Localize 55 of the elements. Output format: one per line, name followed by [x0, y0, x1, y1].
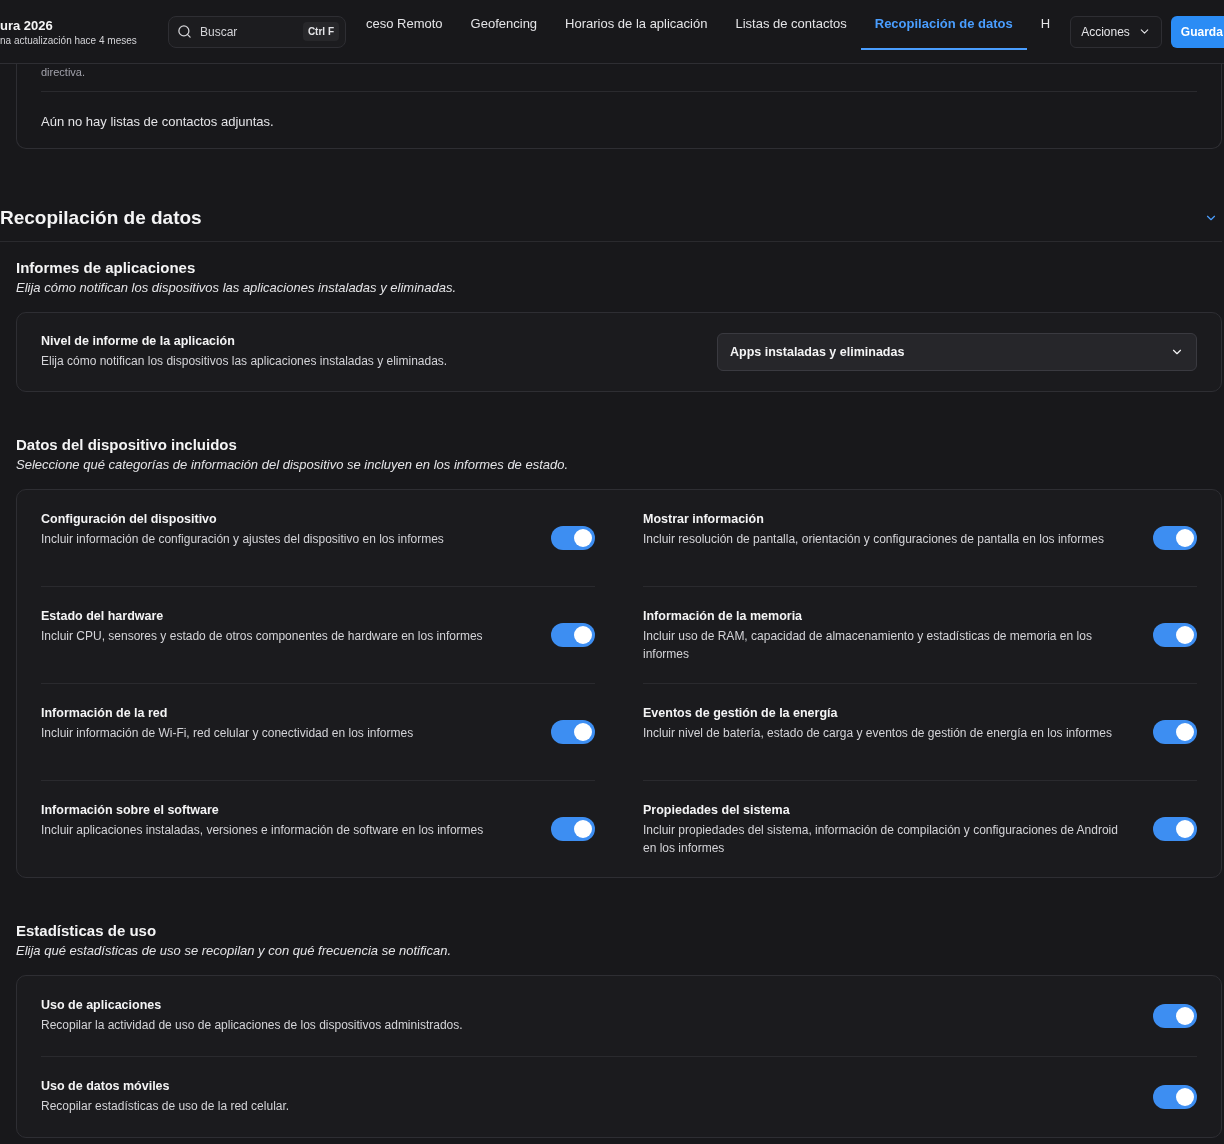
setting-description: Incluir resolución de pantalla, orientación y configuraciones de pantalla en los informes: [643, 531, 1104, 548]
group-title: Datos del dispositivo incluidos: [16, 436, 238, 453]
setting-description: Recopilar la actividad de uso de aplicaciones de los dispositivos administrados.: [41, 1017, 463, 1034]
actions-button[interactable]: Acciones: [1070, 15, 1162, 48]
setting-description: Incluir uso de RAM, capacidad de almacenamiento y estadísticas de memoria en los informes: [643, 628, 1093, 663]
search-icon: [177, 24, 192, 39]
description-text: directiva.: [41, 64, 1197, 92]
toggle-switch[interactable]: [551, 526, 595, 550]
tab[interactable]: Listas de contactos: [721, 0, 861, 50]
group-title: Informes de aplicaciones: [16, 259, 197, 276]
toggle-switch[interactable]: [551, 623, 595, 647]
setting-description: Incluir aplicaciones instaladas, versiones e información de software en los informes: [41, 822, 484, 839]
setting-label: Mostrar información: [643, 512, 765, 526]
setting-description: Incluir nivel de batería, estado de carga y eventos de gestión de energía en los informes: [643, 725, 1112, 742]
setting-description: Recopilar estadísticas de uso de la red celular.: [41, 1098, 290, 1115]
toggle-switch[interactable]: [551, 720, 595, 744]
section-title: Recopilación de datos: [0, 207, 202, 229]
group-description: Seleccione qué categorías de información del dispositivo se incluyen en los informes de estado.: [16, 457, 570, 472]
toggle-switch[interactable]: [1153, 1004, 1197, 1028]
tab[interactable]: Geofencing: [456, 0, 552, 50]
setting-description: Incluir CPU, sensores y estado de otros componentes de hardware en los informes: [41, 628, 483, 645]
setting-label: Información sobre el software: [41, 803, 220, 817]
setting-description: Incluir propiedades del sistema, información de compilación y configuraciones de Android en los informes: [643, 822, 1119, 857]
toggle-switch[interactable]: [551, 817, 595, 841]
group-title: Estadísticas de uso: [16, 922, 158, 939]
setting-description: Incluir información de Wi-Fi, red celular y conectividad en los informes: [41, 725, 414, 742]
toggle-switch[interactable]: [1153, 623, 1197, 647]
toggle-switch[interactable]: [1153, 526, 1197, 550]
setting-description: Incluir información de configuración y ajustes del dispositivo en los informes: [41, 531, 444, 548]
tab[interactable]: ceso Remoto: [352, 0, 457, 50]
search-input[interactable]: Buscar: [198, 23, 292, 40]
toggle-switch[interactable]: [1153, 720, 1197, 744]
last-updated-text: na actualización hace 4 meses: [0, 34, 138, 46]
toggle-switch[interactable]: [1153, 817, 1197, 841]
toggle-switch[interactable]: [1153, 1085, 1197, 1109]
tab[interactable]: Horarios de la aplicación: [551, 0, 722, 50]
tab[interactable]: H: [1026, 0, 1065, 50]
shortcut-hint: Ctrl F: [302, 22, 339, 41]
tab[interactable]: Recopilación de datos: [860, 0, 1027, 50]
setting-label: Uso de datos móviles: [41, 1079, 171, 1093]
group-description: Elija cómo notifican los dispositivos las aplicaciones instaladas y eliminadas.: [16, 280, 458, 295]
setting-label: Eventos de gestión de la energía: [643, 706, 839, 720]
setting-label: Uso de aplicaciones: [41, 998, 163, 1012]
setting-label: Información de la memoria: [643, 609, 804, 623]
report-level-select[interactable]: Apps instaladas y eliminadas: [717, 333, 1197, 371]
setting-label: Configuración del dispositivo: [41, 512, 218, 526]
setting-label: Propiedades del sistema: [643, 803, 791, 817]
setting-label: Estado del hardware: [41, 609, 165, 623]
policy-title: ura 2026: [0, 17, 54, 33]
setting-label: Nivel de informe de la aplicación: [41, 334, 236, 348]
search-field[interactable]: Buscar Ctrl F: [168, 15, 346, 48]
setting-label: Información de la red: [41, 706, 169, 720]
empty-state-text: Aún no hay listas de contactos adjuntas.: [41, 113, 275, 131]
group-description: Elija qué estadísticas de uso se recopilan y con qué frecuencia se notifican.: [16, 943, 453, 958]
setting-description: Elija cómo notifican los dispositivos las aplicaciones instaladas y eliminadas.: [41, 353, 448, 370]
